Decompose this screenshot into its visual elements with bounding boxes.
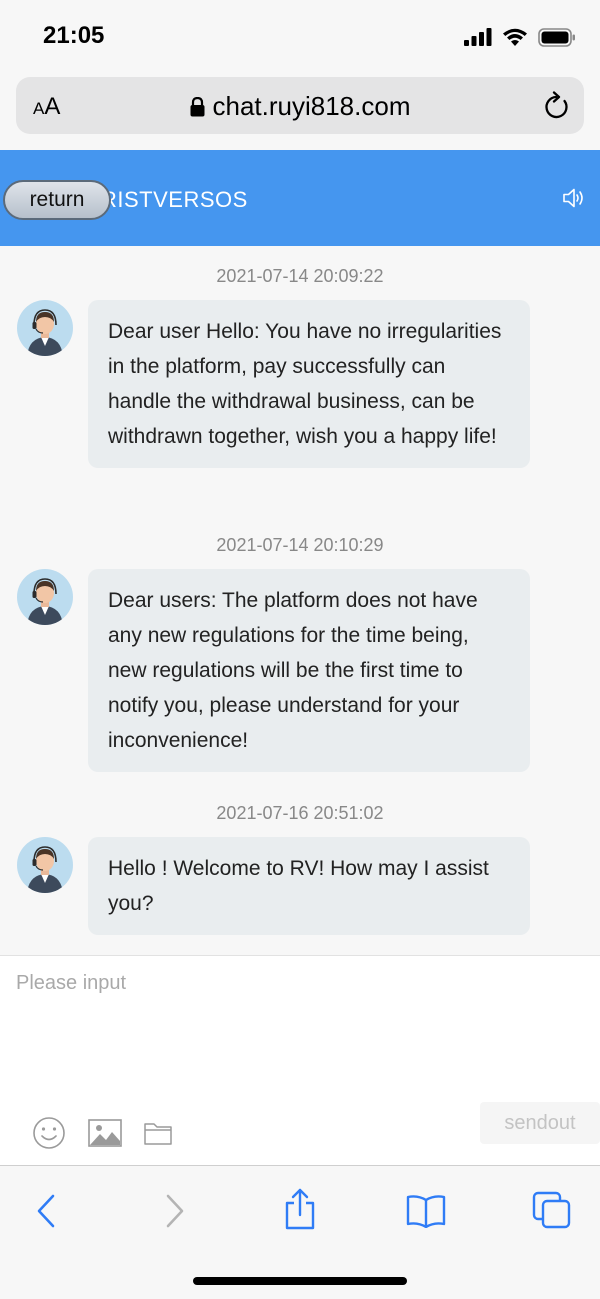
chat-messages[interactable]: 2021-07-14 20:09:22 Dear user Hello: You…: [0, 246, 600, 955]
bookmarks-icon[interactable]: [405, 1194, 447, 1228]
url-display[interactable]: chat.ruyi818.com: [16, 91, 584, 122]
message-bubble: Dear user Hello: You have no irregularit…: [88, 300, 530, 468]
status-time: 21:05: [43, 22, 105, 49]
return-button[interactable]: return: [3, 180, 111, 220]
send-button[interactable]: sendout: [480, 1102, 600, 1144]
chat-title: RISTVERSOS: [101, 187, 248, 212]
agent-avatar: [17, 837, 73, 893]
share-icon[interactable]: [282, 1188, 318, 1230]
status-icons: [464, 26, 576, 48]
address-bar[interactable]: AA chat.ruyi818.com: [16, 77, 584, 134]
battery-icon: [538, 27, 575, 47]
status-bar: 21:05: [0, 0, 600, 72]
back-icon[interactable]: [34, 1193, 58, 1229]
wifi-icon: [503, 28, 527, 46]
support-agent-icon: [27, 578, 63, 625]
message-timestamp: 2021-07-14 20:10:29: [216, 535, 384, 555]
cellular-signal-icon: [464, 28, 492, 46]
lock-icon: [190, 96, 204, 117]
forward-icon[interactable]: [163, 1193, 187, 1229]
message-composer[interactable]: Please input sendout: [0, 955, 600, 1165]
image-icon[interactable]: [88, 1119, 122, 1147]
message-bubble: Hello ! Welcome to RV! How may I assist …: [88, 837, 530, 935]
support-agent-icon: [27, 309, 63, 356]
composer-tools: [32, 1116, 172, 1150]
message-bubble: Dear users: The platform does not have a…: [88, 569, 530, 772]
chat-header: RISTVERSOS return: [0, 150, 600, 246]
message-timestamp: 2021-07-14 20:09:22: [216, 266, 384, 286]
speaker-icon[interactable]: [562, 187, 586, 209]
support-agent-icon: [27, 846, 63, 893]
agent-avatar: [17, 300, 73, 356]
folder-icon[interactable]: [144, 1121, 172, 1145]
reload-icon[interactable]: [542, 91, 570, 121]
agent-avatar: [17, 569, 73, 625]
emoji-icon[interactable]: [32, 1116, 66, 1150]
message-timestamp: 2021-07-16 20:51:02: [216, 803, 384, 823]
url-text: chat.ruyi818.com: [212, 91, 411, 121]
tabs-icon[interactable]: [532, 1191, 572, 1229]
message-input[interactable]: Please input: [16, 972, 126, 995]
home-indicator: [193, 1277, 407, 1285]
